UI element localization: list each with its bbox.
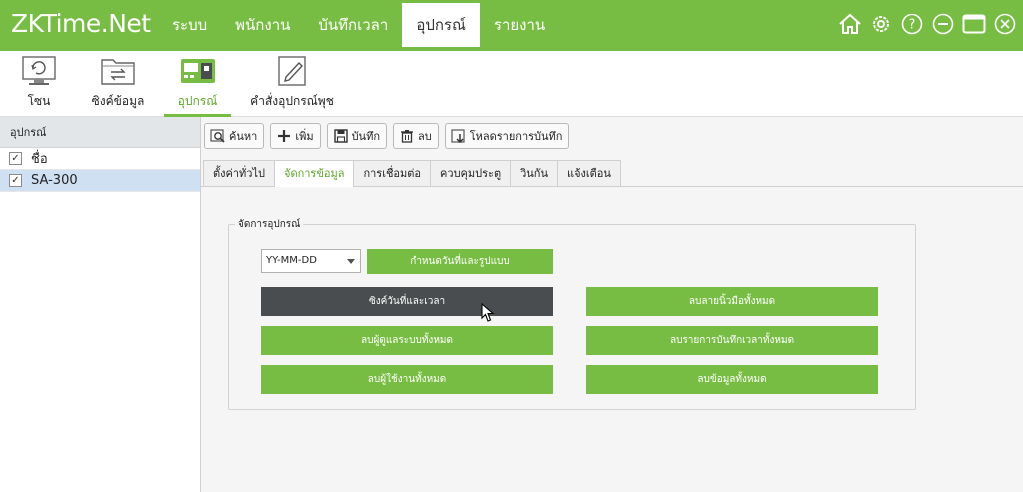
maximize-icon[interactable] (961, 10, 986, 37)
device-name: SA-300 (31, 173, 78, 188)
folder-sync-icon (100, 54, 136, 88)
save-button-label: บันทึก (351, 130, 380, 143)
monitor-sync-icon (21, 54, 57, 88)
save-icon (333, 128, 349, 144)
logo-suffix: .Net (100, 9, 151, 38)
tab-data-management[interactable]: จัดการข้อมูล (274, 160, 354, 188)
toolbar-device-label: อุปกรณ์ (177, 94, 218, 108)
device-list-column-header: ✓ ชื่อ (0, 148, 200, 170)
search-button-label: ค้นหา (229, 130, 258, 143)
toolbar-zone[interactable]: โซน (20, 51, 58, 117)
download-records-button-label: โหลดรายการบันทึก (469, 130, 563, 143)
minimize-icon[interactable] (930, 10, 955, 37)
device-list-panel: อุปกรณ์ ✓ ชื่อ ✓ SA-300 (0, 117, 201, 492)
select-all-checkbox[interactable]: ✓ (9, 152, 22, 165)
tab-alarm[interactable]: แจ้งเตือน (557, 160, 621, 187)
download-icon (451, 128, 467, 144)
tab-door-control[interactable]: ควบคุมประตู (430, 160, 511, 187)
clear-admins-button[interactable]: ลบผู้ดูแลระบบทั้งหมด (261, 326, 553, 355)
sync-datetime-button[interactable]: ซิงค์วันที่และเวลา (261, 287, 553, 316)
tab-wiegand[interactable]: วินกัน (510, 160, 557, 187)
add-button-label: เพิ่ม (295, 130, 314, 143)
device-list-header: อุปกรณ์ (0, 117, 200, 148)
close-icon[interactable] (992, 10, 1017, 37)
clear-fingerprints-button[interactable]: ลบลายนิ้วมือทั้งหมด (586, 287, 878, 316)
nav-item-system[interactable]: ระบบ (158, 3, 221, 47)
trash-icon (399, 128, 415, 144)
chevron-down-icon (347, 259, 355, 264)
clear-all-data-button[interactable]: ลบข้อมูลทั้งหมด (586, 365, 878, 394)
plus-icon (276, 128, 292, 144)
logo-main: ZKTime (11, 9, 101, 38)
edit-command-icon (274, 54, 310, 88)
set-date-format-button[interactable]: กำหนดวันที่และรูปแบบ (367, 249, 553, 274)
toolbar-zone-label: โซน (27, 94, 51, 108)
delete-button-label: ลบ (418, 130, 432, 143)
gear-icon[interactable] (868, 10, 893, 37)
tab-content: จัดการอุปกรณ์ YY-MM-DD กำหนดวันที่และรูป… (201, 187, 1023, 492)
nav-item-attendance[interactable]: บันทึกเวลา (304, 3, 402, 47)
settings-tabs: ตั้งค่าทั่วไป จัดการข้อมูล การเชื่อมต่อ … (201, 160, 1023, 188)
toolbar-push-command[interactable]: คำสั่งอุปกรณ์พุช (250, 51, 334, 117)
top-bar: ZKTime.Net ระบบ พนักงาน บันทึกเวลา อุปกร… (0, 0, 1023, 51)
clear-users-button[interactable]: ลบผู้ใช้งานทั้งหมด (261, 365, 553, 394)
toolbar-sync-data[interactable]: ซิงค์ข้อมูล (92, 51, 144, 117)
search-button[interactable]: ค้นหา (204, 123, 265, 149)
add-button[interactable]: เพิ่ม (270, 123, 321, 149)
nav-item-device[interactable]: อุปกรณ์ (402, 3, 480, 47)
action-bar: ค้นหา เพิ่ม บันทึก ลบ โหลดรายการบันทึก (204, 123, 570, 149)
search-icon (210, 128, 226, 144)
home-icon[interactable] (837, 10, 862, 37)
main-nav: ระบบ พนักงาน บันทึกเวลา อุปกรณ์ รายงาน (158, 0, 559, 51)
toolbar-device[interactable]: อุปกรณ์ (164, 51, 231, 117)
window-controls: ? (837, 10, 1017, 37)
delete-button[interactable]: ลบ (393, 123, 439, 149)
device-icon (180, 54, 216, 88)
module-toolbar: โซน ซิงค์ข้อมูล อุปกรณ์ คำสั่งอุปกรณ์พุช (0, 51, 1023, 117)
clear-attendance-button[interactable]: ลบรายการบันทึกเวลาทั้งหมด (586, 326, 878, 355)
app-logo: ZKTime.Net (11, 9, 151, 38)
tab-connection[interactable]: การเชื่อมต่อ (353, 160, 431, 187)
download-records-button[interactable]: โหลดรายการบันทึก (444, 123, 570, 149)
save-button[interactable]: บันทึก (326, 123, 387, 149)
tab-general-settings[interactable]: ตั้งค่าทั่วไป (203, 160, 274, 187)
device-management-title: จัดการอุปกรณ์ (235, 217, 304, 232)
date-format-select[interactable]: YY-MM-DD (261, 249, 361, 273)
mouse-pointer-icon (481, 302, 495, 327)
list-item[interactable]: ✓ SA-300 (0, 170, 200, 192)
date-format-value: YY-MM-DD (266, 255, 317, 266)
toolbar-sync-data-label: ซิงค์ข้อมูล (91, 94, 145, 108)
help-icon[interactable]: ? (899, 10, 924, 37)
svg-text:?: ? (908, 17, 915, 32)
name-column-label: ชื่อ (31, 152, 48, 167)
row-checkbox[interactable]: ✓ (9, 174, 22, 187)
nav-item-reports[interactable]: รายงาน (480, 3, 559, 47)
toolbar-push-command-label: คำสั่งอุปกรณ์พุช (250, 94, 334, 108)
nav-item-employees[interactable]: พนักงาน (221, 3, 304, 47)
